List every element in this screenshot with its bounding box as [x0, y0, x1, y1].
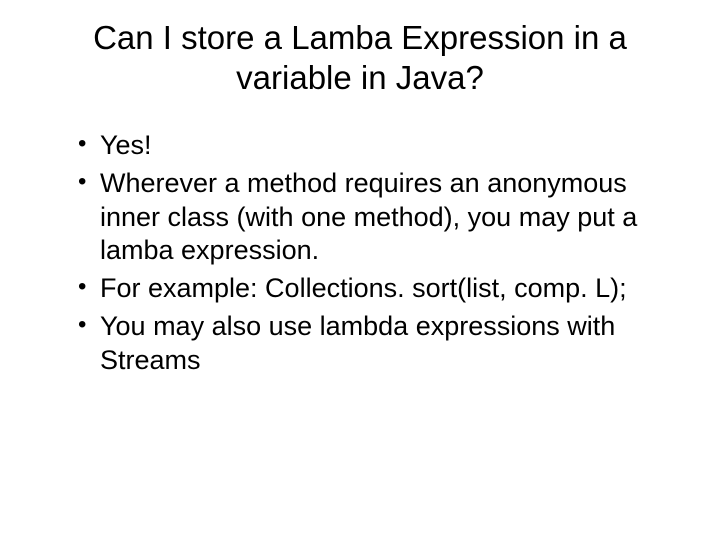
list-item: For example: Collections. sort(list, com… [78, 272, 670, 306]
bullet-list: Yes! Wherever a method requires an anony… [50, 129, 670, 377]
list-item: Yes! [78, 129, 670, 163]
list-item: Wherever a method requires an anonymous … [78, 167, 670, 268]
slide-title: Can I store a Lamba Expression in a vari… [50, 18, 670, 97]
list-item: You may also use lambda expressions with… [78, 310, 670, 378]
